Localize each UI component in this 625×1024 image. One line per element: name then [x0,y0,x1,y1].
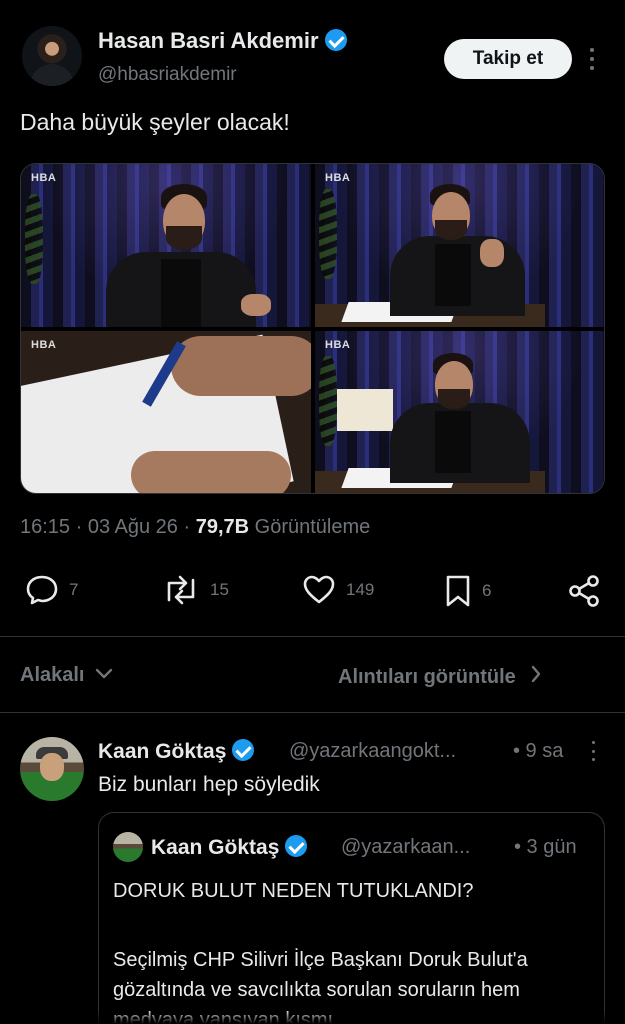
media-image-4[interactable]: HBA [315,331,604,493]
media-logo: HBA [325,172,351,184]
verified-badge-icon [232,739,255,761]
reply-text: Biz bunları hep söyledik [98,773,320,796]
divider [0,712,625,713]
media-image-2[interactable]: HBA [315,164,604,327]
media-grid[interactable]: HBA HBA HBA HBA [20,163,605,494]
reply-author-name-text[interactable]: Kaan Göktaş [98,740,226,763]
repost-count: 15 [210,580,229,599]
quoted-time: • 3 gün [514,836,577,858]
bookmark-icon [444,574,472,608]
media-logo: HBA [31,339,57,351]
reply-author-name[interactable]: Kaan Göktaş [98,739,255,764]
share-icon [566,574,602,608]
bookmark-count: 6 [482,581,492,600]
follow-button[interactable]: Takip et [444,39,572,79]
like-count: 149 [346,580,375,599]
author-name-text[interactable]: Hasan Basri Akdemir [98,28,319,53]
tweet-date[interactable]: 03 Ağu 26 [88,516,178,538]
like-button[interactable]: 149 [302,574,374,606]
reply-button[interactable]: 7 [25,574,78,606]
reply-count: 7 [69,580,79,599]
bottom-fade [0,1010,625,1024]
media-image-3[interactable]: HBA [21,331,311,493]
related-dropdown[interactable]: Alakalı [20,664,114,687]
media-logo: HBA [325,339,351,351]
quoted-author-avatar [113,832,143,862]
author-handle[interactable]: @hbasriakdemir [98,64,237,86]
chevron-down-icon [94,664,114,687]
reply-author-handle[interactable]: @yazarkaangokt... [289,740,456,763]
share-button[interactable] [566,574,602,608]
verified-badge-icon [324,29,347,51]
verified-badge-icon [285,835,308,857]
quoted-tweet-card[interactable]: Kaan Göktaş @yazarkaan... • 3 gün DORUK … [98,812,605,1024]
chevron-right-icon [530,664,542,690]
more-options-icon[interactable] [588,48,596,70]
bookmark-button[interactable]: 6 [444,574,491,608]
views-count: 79,7B [195,516,250,538]
author-avatar[interactable] [22,26,82,86]
heart-icon [302,574,336,606]
reply-icon [25,574,59,606]
reply-author-avatar[interactable] [20,737,84,801]
quoted-author-name: Kaan Göktaş [151,835,308,860]
repost-icon [162,574,200,606]
tweet-time[interactable]: 16:15 [20,516,70,538]
reply-more-options-icon[interactable] [590,741,596,761]
views-label: Görüntüleme [254,516,371,538]
quoted-author-name-text: Kaan Göktaş [151,836,280,859]
author-name[interactable]: Hasan Basri Akdemir [98,28,347,54]
view-quotes-link[interactable]: Alıntıları görüntüle [338,664,542,690]
tweet-meta: 16:15 · 03 Ağu 26 · 79,7B Görüntüleme [20,516,371,538]
media-logo: HBA [31,172,57,184]
quoted-author-handle: @yazarkaan... [341,836,471,858]
quoted-title: DORUK BULUT NEDEN TUTUKLANDI? [113,880,474,902]
reply-time[interactable]: • 9 sa [513,740,563,763]
view-quotes-label: Alıntıları görüntüle [338,665,516,688]
divider [0,636,625,637]
repost-button[interactable]: 15 [162,574,229,606]
tweet-text: Daha büyük şeyler olacak! [20,109,290,135]
media-image-1[interactable]: HBA [21,164,311,327]
related-label: Alakalı [20,664,85,686]
